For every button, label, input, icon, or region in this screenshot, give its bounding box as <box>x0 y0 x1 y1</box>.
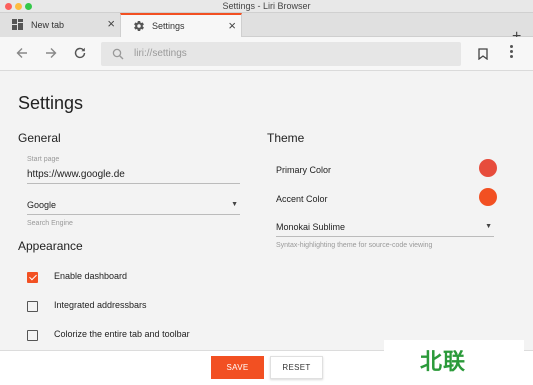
watermark-logo: 北联 <box>384 340 524 380</box>
primary-color-label: Primary Color <box>276 165 332 175</box>
start-page-input[interactable] <box>27 166 240 184</box>
colorize-tab-checkbox[interactable] <box>27 330 38 341</box>
checkbox-label: Colorize the entire tab and toolbar <box>54 329 190 339</box>
dropdown-arrow-icon: ▼ <box>485 223 492 230</box>
tab-label: Settings <box>152 21 185 31</box>
url-field[interactable]: liri://settings <box>101 42 461 66</box>
gear-icon <box>133 20 145 34</box>
colorize-tab-option[interactable]: Colorize the entire tab and toolbar <box>27 329 190 341</box>
tab-close-icon[interactable]: × <box>228 19 236 33</box>
code-theme-helper-text: Syntax-highlighting theme for source-cod… <box>276 242 433 249</box>
dropdown-arrow-icon: ▼ <box>231 201 238 208</box>
forward-arrow-icon[interactable] <box>44 46 58 62</box>
checkbox-label: Integrated addressbars <box>54 300 147 310</box>
search-engine-select[interactable]: Google ▼ <box>27 197 240 215</box>
tab-new-tab[interactable]: New tab × <box>0 13 120 37</box>
accent-color-swatch[interactable] <box>479 188 497 206</box>
tab-settings[interactable]: Settings × <box>120 13 242 37</box>
address-toolbar: liri://settings <box>0 37 533 71</box>
search-icon <box>112 47 124 65</box>
tab-bar: New tab × Settings × + <box>0 13 533 45</box>
save-button[interactable]: SAVE <box>211 356 264 379</box>
settings-page: Settings General Start page Google ▼ Sea… <box>0 72 533 350</box>
accent-color-label: Accent Color <box>276 194 328 204</box>
reset-button[interactable]: RESET <box>270 356 323 379</box>
start-page-label: Start page <box>27 156 60 163</box>
url-text: liri://settings <box>134 48 187 59</box>
back-arrow-icon[interactable] <box>15 46 29 62</box>
enable-dashboard-checkbox[interactable] <box>27 272 38 283</box>
window-titlebar: Settings - Liri Browser <box>0 0 533 13</box>
watermark-text: 北联 <box>420 350 467 375</box>
tab-close-icon[interactable]: × <box>107 17 115 31</box>
section-heading-appearance: Appearance <box>18 239 83 253</box>
section-heading-theme: Theme <box>267 131 305 145</box>
page-title: Settings <box>18 93 84 113</box>
checkbox-label: Enable dashboard <box>54 271 128 281</box>
grid-icon <box>12 19 23 32</box>
section-heading-general: General <box>18 131 61 145</box>
integrated-addressbars-checkbox[interactable] <box>27 301 38 312</box>
enable-dashboard-option[interactable]: Enable dashboard <box>27 271 127 283</box>
search-engine-helper-text: Search Engine <box>27 220 73 227</box>
code-theme-value: Monokai Sublime <box>276 222 346 232</box>
window-title: Settings - Liri Browser <box>222 1 311 11</box>
reload-icon[interactable] <box>73 46 87 62</box>
bookmark-icon[interactable] <box>478 47 488 65</box>
integrated-addressbars-option[interactable]: Integrated addressbars <box>27 300 147 312</box>
search-engine-value: Google <box>27 200 57 210</box>
tab-label: New tab <box>31 20 65 30</box>
primary-color-swatch[interactable] <box>479 159 497 177</box>
overflow-menu-icon[interactable] <box>510 45 514 61</box>
code-theme-select[interactable]: Monokai Sublime ▼ <box>276 219 494 237</box>
